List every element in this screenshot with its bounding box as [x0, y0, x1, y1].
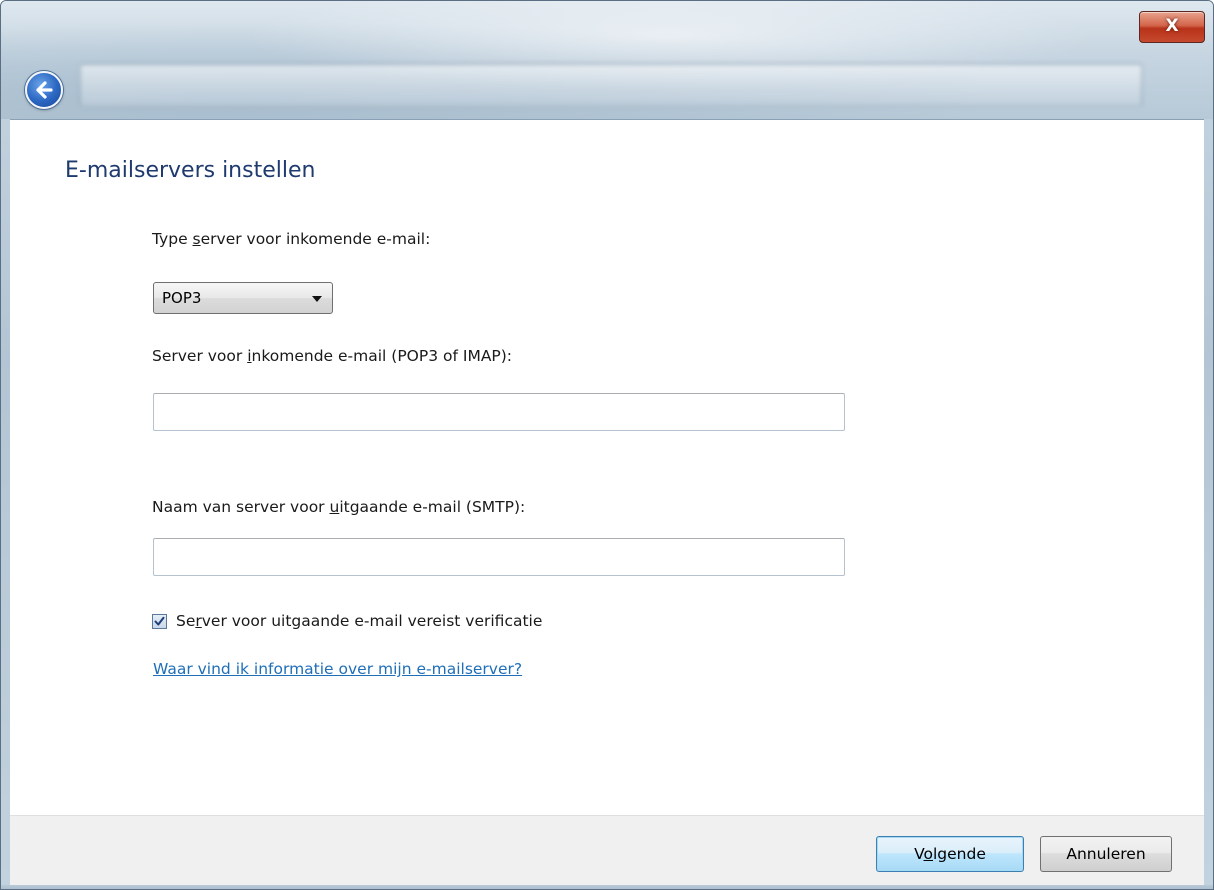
page-title: E-mailservers instellen [65, 158, 316, 183]
window-bottom-frame [1, 885, 1213, 889]
footer-bar: Volgende Annuleren [10, 815, 1204, 886]
close-icon: X [1165, 16, 1179, 36]
incoming-server-label: Server voor inkomende e-mail (POP3 of IM… [152, 347, 513, 365]
blurred-title-strip [79, 63, 1143, 107]
checkmark-icon [154, 616, 165, 626]
back-button[interactable] [25, 71, 63, 109]
incoming-server-type-value: POP3 [162, 289, 202, 307]
cancel-button[interactable]: Annuleren [1040, 836, 1172, 872]
outgoing-auth-checkbox[interactable] [152, 614, 167, 629]
incoming-server-type-select[interactable]: POP3 [153, 282, 333, 314]
content-pane: E-mailservers instellen Type server voor… [10, 119, 1204, 816]
outgoing-auth-checkbox-label: Server voor uitgaande e-mail vereist ver… [176, 612, 543, 630]
outgoing-server-label: Naam van server voor uitgaande e-mail (S… [152, 498, 526, 516]
back-arrow-icon [36, 81, 53, 99]
title-bar: X [1, 1, 1213, 119]
mail-server-info-link[interactable]: Waar vind ik informatie over mijn e-mail… [153, 660, 522, 678]
incoming-server-input[interactable] [153, 393, 845, 431]
outgoing-server-input[interactable] [153, 538, 845, 576]
next-button[interactable]: Volgende [876, 836, 1024, 872]
incoming-server-type-label: Type server voor inkomende e-mail: [152, 230, 431, 248]
chevron-down-icon [312, 296, 322, 302]
close-button[interactable]: X [1139, 11, 1205, 43]
wizard-window: X E-mailservers instellen Type server vo… [0, 0, 1214, 890]
